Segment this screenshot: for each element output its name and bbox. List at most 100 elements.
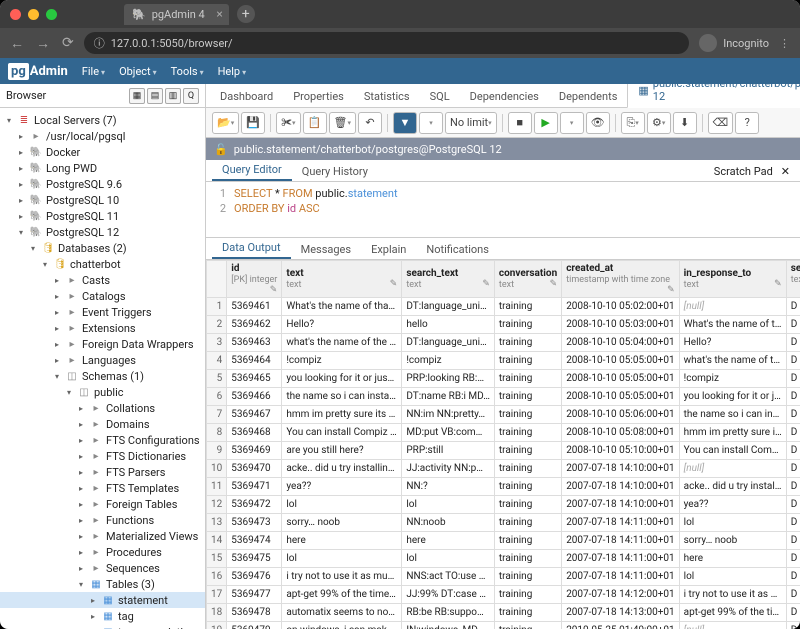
table-row[interactable]: 35369463what's the name of the compiz ma… xyxy=(207,334,800,352)
tree-item[interactable]: ▸🐘Long PWD xyxy=(0,160,205,176)
execute-options-button[interactable] xyxy=(560,112,584,134)
sidebar-tool-1[interactable]: ▦ xyxy=(129,88,145,104)
table-row[interactable]: 155369475lolloltraining2007-07-18 14:11:… xyxy=(207,550,800,568)
forward-button[interactable]: → xyxy=(36,35,50,52)
tree-item[interactable]: ▾◫public xyxy=(0,384,205,400)
table-row[interactable]: 65369466the name so i can install itDT:n… xyxy=(207,388,800,406)
tree-item[interactable]: ▸▸Sequences xyxy=(0,560,205,576)
out-tab-messages[interactable]: Messages xyxy=(291,240,361,259)
tree-item[interactable]: ▾≣Local Servers (7) xyxy=(0,112,205,128)
reload-button[interactable]: ⟳ xyxy=(62,35,74,52)
save-button[interactable]: 💾 xyxy=(241,112,265,134)
tab-query-tool[interactable]: ▦ public.statement/chatterbot/postgres@P… xyxy=(627,84,800,108)
tree-item[interactable]: ▸▸Catalogs xyxy=(0,288,205,304)
tree-item[interactable]: ▸▸FTS Dictionaries xyxy=(0,448,205,464)
close-window-icon[interactable] xyxy=(10,9,21,20)
tab-query-editor[interactable]: Query Editor xyxy=(212,160,292,181)
open-file-button[interactable]: 📂 xyxy=(212,112,239,134)
menu-file[interactable]: File xyxy=(82,65,105,78)
results-grid[interactable]: id[PK] integer✎texttext✎search_texttext✎… xyxy=(206,260,800,629)
table-row[interactable]: 15369461What's the name of that package … xyxy=(207,298,800,316)
tree-item[interactable]: ▸🐘Docker xyxy=(0,144,205,160)
object-tree[interactable]: ▾≣Local Servers (7)▸▸/usr/local/pgsql▸🐘D… xyxy=(0,108,205,629)
tree-item[interactable]: ▸▸FTS Parsers xyxy=(0,464,205,480)
table-row[interactable]: 195369479on windows, i can make my print… xyxy=(207,622,800,629)
execute-button[interactable]: ▶ xyxy=(534,112,558,134)
erase-button[interactable]: ⌫ xyxy=(708,112,734,134)
minimize-window-icon[interactable] xyxy=(28,9,39,20)
tree-item[interactable]: ▸▸Languages xyxy=(0,352,205,368)
url-bar[interactable]: ⓘ 127.0.0.1:5050/browser/ xyxy=(84,32,689,54)
table-row[interactable]: 115369471yea??NN:?training2007-07-18 14:… xyxy=(207,478,800,496)
tree-item[interactable]: ▸▸Casts xyxy=(0,272,205,288)
stop-button[interactable]: ■ xyxy=(508,112,532,134)
tree-item[interactable]: ▸▸Collations xyxy=(0,400,205,416)
tab-statistics[interactable]: Statistics xyxy=(354,86,420,107)
tab-scratch-pad[interactable]: Scratch Pad xyxy=(714,165,773,178)
table-row[interactable]: 55369465you looking for it or just want … xyxy=(207,370,800,388)
copy-button[interactable]: ✀ xyxy=(276,112,300,134)
tab-query-history[interactable]: Query History xyxy=(292,162,378,181)
limit-select[interactable]: No limit xyxy=(445,112,497,134)
tree-item[interactable]: ▸▸Domains xyxy=(0,416,205,432)
browser-menu-icon[interactable]: ⋮ xyxy=(779,37,790,50)
tab-dependents[interactable]: Dependents xyxy=(549,86,628,107)
tree-item[interactable]: ▸▦statement xyxy=(0,592,205,608)
column-header[interactable]: search_texttext✎ xyxy=(402,261,495,298)
table-row[interactable]: 175369477apt-get 99% of the time works t… xyxy=(207,586,800,604)
column-header[interactable]: texttext✎ xyxy=(282,261,402,298)
table-row[interactable]: 25369462Hello?hellotraining2008-10-10 05… xyxy=(207,316,800,334)
tree-item[interactable]: ▸▸Foreign Tables xyxy=(0,496,205,512)
table-row[interactable]: 165369476i try not to use it as much as … xyxy=(207,568,800,586)
filter-button[interactable]: ▼ xyxy=(393,112,417,134)
out-tab-notifications[interactable]: Notifications xyxy=(416,240,499,259)
tree-item[interactable]: ▾▦Tables (3) xyxy=(0,576,205,592)
tree-item[interactable]: ▸▸Event Triggers xyxy=(0,304,205,320)
tree-item[interactable]: ▾🐘PostgreSQL 12 xyxy=(0,224,205,240)
table-row[interactable]: 75369467hmm im pretty sure its under add… xyxy=(207,406,800,424)
browser-tab[interactable]: 🐘 pgAdmin 4 × xyxy=(124,4,229,25)
tree-item[interactable]: ▸🐘PostgreSQL 9.6 xyxy=(0,176,205,192)
tree-item[interactable]: ▸▸Foreign Data Wrappers xyxy=(0,336,205,352)
out-tab-data-output[interactable]: Data Output xyxy=(212,238,291,259)
tree-item[interactable]: ▸▦tag xyxy=(0,608,205,624)
tree-item[interactable]: ▸🐘PostgreSQL 11 xyxy=(0,208,205,224)
close-tab-icon[interactable]: × xyxy=(216,7,222,21)
tree-item[interactable]: ▸🐘PostgreSQL 10 xyxy=(0,192,205,208)
column-header[interactable]: conversationtext✎ xyxy=(494,261,561,298)
column-header[interactable]: id[PK] integer✎ xyxy=(227,261,282,298)
tree-item[interactable]: ▸▸Functions xyxy=(0,512,205,528)
table-row[interactable]: 85369468You can install Compiz by using … xyxy=(207,424,800,442)
tree-item[interactable]: ▾🛢chatterbot xyxy=(0,256,205,272)
tree-item[interactable]: ▸▸/usr/local/pgsql xyxy=(0,128,205,144)
table-row[interactable]: 125369472lolloltraining2007-07-18 14:10:… xyxy=(207,496,800,514)
table-row[interactable]: 95369469are you still here?PRP:stilltrai… xyxy=(207,442,800,460)
tree-item[interactable]: ▸▸FTS Configurations xyxy=(0,432,205,448)
tree-item[interactable]: ▸▦tag_association xyxy=(0,624,205,629)
tree-item[interactable]: ▸▸FTS Templates xyxy=(0,480,205,496)
download-button[interactable]: ⬇ xyxy=(673,112,697,134)
tab-dashboard[interactable]: Dashboard xyxy=(210,86,283,107)
clear-button[interactable]: 🗑 xyxy=(329,112,356,134)
table-row[interactable]: 45369464!compiz!compiztraining2008-10-10… xyxy=(207,352,800,370)
tree-item[interactable]: ▸▸Extensions xyxy=(0,320,205,336)
sidebar-tool-3[interactable]: ▥ xyxy=(165,88,181,104)
table-row[interactable]: 135369473sorry… noobNN:noobtraining2007-… xyxy=(207,514,800,532)
column-header[interactable] xyxy=(207,261,227,298)
tree-item[interactable]: ▾◫Schemas (1) xyxy=(0,368,205,384)
filter-options-button[interactable] xyxy=(419,112,443,134)
sql-editor[interactable]: 12 SELECT * FROM public.statement ORDER … xyxy=(206,182,800,238)
close-scratch-icon[interactable]: ✕ xyxy=(781,165,790,178)
table-row[interactable]: 105369470acke.. did u try installing fla… xyxy=(207,460,800,478)
tab-sql[interactable]: SQL xyxy=(420,86,460,107)
explain-button[interactable]: 👁 xyxy=(586,112,610,134)
column-header[interactable]: in_response_totext✎ xyxy=(679,261,786,298)
tree-item[interactable]: ▸▸Procedures xyxy=(0,544,205,560)
macros-button[interactable]: ⚙ xyxy=(647,112,671,134)
table-row[interactable]: 185369478automatix seems to not support … xyxy=(207,604,800,622)
commit-button[interactable]: ⎘ xyxy=(621,112,645,134)
tab-properties[interactable]: Properties xyxy=(283,86,354,107)
help-button[interactable]: ? xyxy=(735,112,759,134)
column-header[interactable]: se…text✎ xyxy=(786,261,800,298)
table-row[interactable]: 145369474hereheretraining2007-07-18 14:1… xyxy=(207,532,800,550)
